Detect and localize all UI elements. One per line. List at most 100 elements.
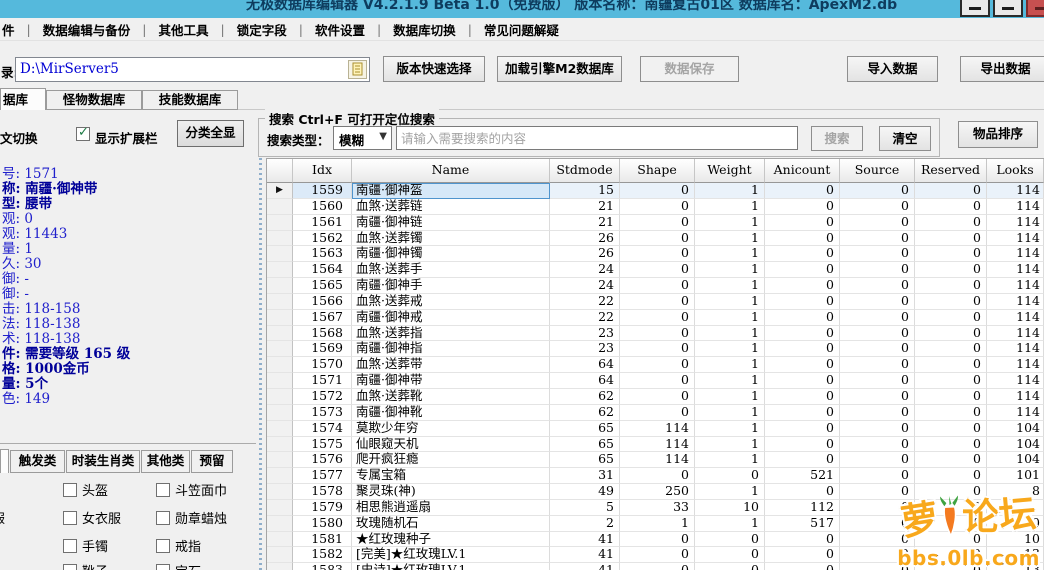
checkbox-斗笠面巾[interactable] [156,483,170,497]
cell[interactable]: 0 [915,373,987,389]
cell[interactable]: 114 [987,357,1044,374]
cell[interactable]: 0 [765,246,840,263]
cell[interactable]: 0 [840,547,915,564]
cell[interactable]: 104 [987,436,1044,453]
cell[interactable]: 0 [695,468,765,485]
cell[interactable]: 114 [987,230,1044,247]
cell[interactable]: 0 [840,183,915,199]
cell[interactable]: 1566 [293,293,352,310]
table-row[interactable]: 1570 血煞·送葬带 64 0 1 0 0 0 114 [267,357,1044,374]
maximize-button[interactable] [993,0,1023,17]
cell[interactable]: 0 [765,452,840,469]
cell[interactable]: 10 [695,499,765,516]
row-selector-cell[interactable] [267,309,293,326]
cell[interactable]: 1 [695,278,765,294]
cell-name[interactable]: 南疆·御神盔 [352,183,550,199]
cell[interactable]: 517 [765,515,840,532]
cell-name[interactable]: 南疆·御神戒 [352,309,550,326]
cell[interactable]: 1576 [293,452,352,469]
cell[interactable]: 33 [620,499,695,516]
cell[interactable]: 15 [550,183,620,199]
cell[interactable]: 62 [550,388,620,405]
cell[interactable]: 23 [550,341,620,358]
cell[interactable]: 22 [550,309,620,326]
cell[interactable]: 114 [987,278,1044,294]
checkbox-手镯[interactable] [63,539,77,553]
cell[interactable]: 0 [620,357,695,374]
search-type-select[interactable]: 模糊 ▼ [333,126,392,150]
version-quick-select-button[interactable]: 版本快速选择 [383,56,485,82]
cell[interactable]: 1 [695,341,765,358]
row-selector-cell[interactable] [267,404,293,421]
cell[interactable]: 0 [840,357,915,374]
cell[interactable]: 1 [695,420,765,437]
cell[interactable]: 0 [915,278,987,294]
cell-name[interactable]: 南疆·御神靴 [352,404,550,421]
cell[interactable]: 1570 [293,357,352,374]
cell[interactable]: 0 [620,373,695,389]
cell[interactable]: 1 [695,357,765,374]
search-button[interactable]: 搜索 [811,126,863,151]
cell-name[interactable]: 聚灵珠(神) [352,484,550,500]
cell[interactable]: 0 [840,452,915,469]
show-extension-checkbox[interactable]: ✓ [76,125,90,141]
cell[interactable]: 0 [620,325,695,342]
cell[interactable]: 41 [550,563,620,570]
cell[interactable]: 0 [915,388,987,405]
cell[interactable]: 1 [695,230,765,247]
table-row[interactable]: 1581 ★红玫瑰种子 41 0 0 0 0 0 10 [267,531,1044,548]
cell[interactable]: 2 [550,515,620,532]
cell[interactable]: 101 [987,468,1044,485]
cell[interactable]: 22 [550,293,620,310]
cell[interactable]: 0 [620,388,695,405]
cell[interactable]: 1562 [293,230,352,247]
cell-name[interactable]: 血煞·送葬戒 [352,293,550,310]
category-tab-3[interactable]: 其他类 [141,450,190,473]
column-header-Stdmode[interactable]: Stdmode [550,159,620,183]
cell[interactable]: 1568 [293,325,352,342]
cell[interactable]: 0 [915,499,987,516]
menu-item-3[interactable]: 其他工具 [152,20,214,39]
cell[interactable]: 24 [550,278,620,294]
cell[interactable]: 114 [987,198,1044,215]
cell[interactable]: 31 [550,468,620,485]
row-selector-cell[interactable] [267,230,293,247]
table-row[interactable]: 1561 南疆·御神链 21 0 1 0 0 0 114 [267,214,1044,231]
import-data-button[interactable]: 导入数据 [847,56,938,82]
cell[interactable]: 0 [840,214,915,231]
cell[interactable]: 1 [695,436,765,453]
cell[interactable]: 0 [840,373,915,389]
cell[interactable]: 0 [840,436,915,453]
cell[interactable]: 0 [840,420,915,437]
row-selector-cell[interactable] [267,499,293,516]
cell[interactable]: 1582 [293,547,352,564]
cell[interactable]: 0 [915,262,987,279]
minimize-button[interactable] [960,0,990,17]
cell[interactable]: 0 [620,246,695,263]
cell-name[interactable]: 仙眼窥天机 [352,436,550,453]
cell[interactable]: 0 [840,278,915,294]
cell-name[interactable]: ★红玫瑰种子 [352,531,550,548]
cell[interactable]: 1 [695,515,765,532]
cell[interactable]: 104 [987,452,1044,469]
cell[interactable]: 0 [620,262,695,279]
cell-name[interactable]: 南疆·御神带 [352,373,550,389]
row-selector-cell[interactable] [267,563,293,570]
cell[interactable]: 1 [695,404,765,421]
cell[interactable]: 104 [987,420,1044,437]
row-selector-cell[interactable] [267,262,293,279]
cell[interactable]: 0 [765,357,840,374]
table-row[interactable]: 1568 血煞·送葬指 23 0 1 0 0 0 114 [267,325,1044,342]
cell[interactable]: 1 [695,388,765,405]
cell[interactable]: 0 [840,563,915,570]
table-row[interactable]: ▶ 1559 南疆·御神盔 15 0 1 0 0 0 114 [267,183,1044,199]
table-row[interactable]: 1580 玫瑰随机石 2 1 1 517 0 0 10 [267,515,1044,532]
cell[interactable]: 114 [987,246,1044,263]
cell-name[interactable]: 血煞·送葬链 [352,198,550,215]
column-header-Shape[interactable]: Shape [620,159,695,183]
table-row[interactable]: 1569 南疆·御神指 23 0 1 0 0 0 114 [267,341,1044,358]
column-header-Idx[interactable]: Idx [293,159,352,183]
cell[interactable]: 0 [840,262,915,279]
cell[interactable]: 114 [987,388,1044,405]
menu-item-4[interactable]: 锁定字段 [231,20,293,39]
